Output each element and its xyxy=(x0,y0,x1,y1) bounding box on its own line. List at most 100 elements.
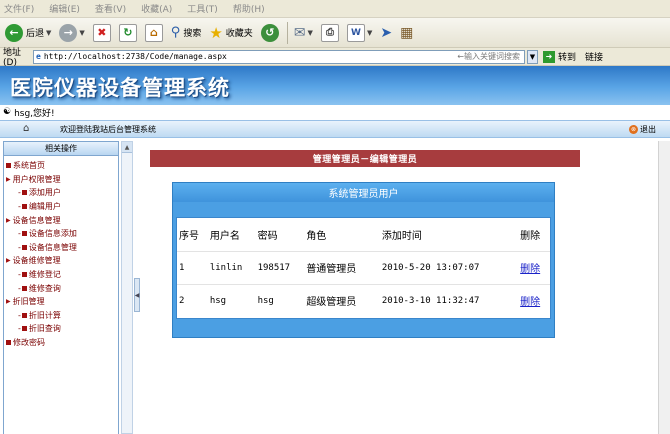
sidebar-item-label: 编辑用户 xyxy=(28,202,61,212)
table-header-row: 序号 用户名 密码 角色 添加时间 删除 xyxy=(177,218,550,252)
history-icon: ↺ xyxy=(260,23,279,42)
sidebar-item-depreciation-query[interactable]: - 折旧查询 xyxy=(4,322,118,336)
favorites-button[interactable]: ★ 收藏夹 xyxy=(206,21,255,45)
back-label: 后退 xyxy=(26,29,45,39)
back-button[interactable]: ← 后退 ▼ xyxy=(2,21,54,45)
site-title: 医院仪器设备管理系统 xyxy=(10,75,230,100)
top-nav-bar: ⌂ 欢迎登陆我站后台管理系统 ⊗ 退出 xyxy=(0,120,670,138)
cell-delete: 删除 xyxy=(518,251,550,285)
bullet-icon xyxy=(21,326,27,332)
history-button[interactable]: ↺ xyxy=(258,21,282,45)
delete-link[interactable]: 删除 xyxy=(520,264,540,275)
sidebar-item-repair-query[interactable]: - 维修查询 xyxy=(4,281,118,295)
sidebar-item-add-user[interactable]: - 添加用户 xyxy=(4,186,118,200)
logout-button[interactable]: ⊗ 退出 xyxy=(629,124,656,135)
printer-icon: ⎙ xyxy=(320,23,339,42)
sidebar-item-label: 折旧计算 xyxy=(28,310,61,320)
chevron-down-icon: ▼ xyxy=(366,28,373,37)
sidebar-collapse-handle[interactable]: ◀ xyxy=(134,278,140,312)
tree-line-icon: - xyxy=(18,310,21,320)
sidebar-item-label: 设备信息管理 xyxy=(12,215,61,225)
sidebar-item-device-repair[interactable]: ▶ 设备维修管理 xyxy=(4,254,118,268)
search-button[interactable]: ⚲ 搜索 xyxy=(168,21,205,45)
menu-tools[interactable]: 工具(T) xyxy=(187,2,218,15)
go-button[interactable]: ➜ 转到 xyxy=(543,50,576,63)
sidebar-item-device-add[interactable]: - 设备信息添加 xyxy=(4,227,118,241)
address-input[interactable]: e http://localhost:2738/Code/manage.aspx… xyxy=(33,49,525,64)
sidebar-item-label: 设备维修管理 xyxy=(12,256,61,266)
address-url: http://localhost:2738/Code/manage.aspx xyxy=(43,52,227,61)
sidebar-item-depreciation-calc[interactable]: - 折旧计算 xyxy=(4,309,118,323)
address-dropdown-button[interactable]: ▼ xyxy=(527,49,538,64)
tree-line-icon: - xyxy=(18,229,21,239)
research-button[interactable]: ▦ xyxy=(397,21,416,45)
sidebar-item-depreciation[interactable]: ▶ 折旧管理 xyxy=(4,295,118,309)
sidebar-item-repair-register[interactable]: - 维修登记 xyxy=(4,268,118,282)
expand-arrow-icon: ▶ xyxy=(6,216,11,224)
menu-file[interactable]: 文件(F) xyxy=(4,2,34,15)
tree-line-icon: - xyxy=(18,202,21,212)
col-header-username: 用户名 xyxy=(207,218,256,252)
sidebar-item-home[interactable]: 系统首页 xyxy=(4,159,118,173)
messenger-button[interactable]: ➤ xyxy=(377,21,395,45)
edit-button[interactable]: W ▼ xyxy=(344,21,375,45)
col-header-role: 角色 xyxy=(304,218,380,252)
col-header-added-time: 添加时间 xyxy=(379,218,519,252)
cell-role: 超级管理员 xyxy=(306,297,357,309)
browser-toolbar: ← 后退 ▼ → ▼ ✖ ↻ ⌂ ⚲ 搜索 ★ 收藏夹 ↺ ✉ ▼ ⎙ W ▼ … xyxy=(0,18,670,48)
menu-view[interactable]: 查看(V) xyxy=(95,2,126,15)
mail-button[interactable]: ✉ ▼ xyxy=(291,21,316,45)
bullet-icon xyxy=(6,340,11,346)
address-search-hint: ←输入关键词搜索 xyxy=(457,52,520,61)
site-header: 医院仪器设备管理系统 xyxy=(0,66,670,105)
sidebar-item-user-permissions[interactable]: ▶ 用户权限管理 xyxy=(4,173,118,187)
favorites-label: 收藏夹 xyxy=(225,29,253,39)
messenger-icon: ➤ xyxy=(380,24,393,41)
delete-link[interactable]: 删除 xyxy=(520,297,540,308)
scroll-up-icon[interactable]: ▲ xyxy=(122,142,132,153)
bullet-icon xyxy=(21,204,27,210)
cell-delete: 删除 xyxy=(518,284,550,317)
home-icon[interactable]: ⌂ xyxy=(23,123,29,134)
col-header-delete: 删除 xyxy=(518,218,550,252)
menu-favorites[interactable]: 收藏(A) xyxy=(141,2,172,15)
tree-line-icon: - xyxy=(18,242,21,252)
tree-line-icon: - xyxy=(18,270,21,280)
go-label: 转到 xyxy=(558,53,577,63)
sidebar-item-label: 用户权限管理 xyxy=(12,174,61,184)
mail-icon: ✉ xyxy=(293,24,306,41)
home-button[interactable]: ⌂ xyxy=(142,21,166,45)
links-button[interactable]: 链接 xyxy=(585,50,603,63)
cell-added-time: 2010-3-10 11:32:47 xyxy=(381,295,480,306)
star-icon: ★ xyxy=(209,23,223,42)
cell-added-time: 2010-5-20 13:07:07 xyxy=(379,251,519,285)
main-scrollbar[interactable] xyxy=(658,141,670,434)
sidebar-scrollbar[interactable]: ▲ xyxy=(121,141,133,434)
menu-help[interactable]: 帮助(H) xyxy=(233,2,265,15)
user-icon: ☯ xyxy=(3,107,12,117)
refresh-button[interactable]: ↻ xyxy=(116,21,140,45)
sidebar-tree: 系统首页 ▶ 用户权限管理 - 添加用户 - 编辑用户 ▶ 设备信息管理 - 设备信息添加… xyxy=(4,156,118,349)
search-label: 搜索 xyxy=(183,29,202,39)
cell-index: 1 xyxy=(177,251,208,285)
sidebar-item-label: 维修查询 xyxy=(28,283,61,293)
sidebar-item-device-manage[interactable]: - 设备信息管理 xyxy=(4,241,118,255)
sidebar-item-edit-user[interactable]: - 编辑用户 xyxy=(4,200,118,214)
print-button[interactable]: ⎙ xyxy=(318,21,342,45)
table-row: 2 hsg hsg 超级管理员 2010-3-10 11:32:47 删除 xyxy=(177,284,550,317)
table-container: 序号 用户名 密码 角色 添加时间 删除 1 linlin 198517 普通管… xyxy=(176,217,551,319)
stop-icon: ✖ xyxy=(92,23,111,42)
greeting-text: hsg,您好! xyxy=(14,108,55,119)
forward-arrow-icon: → xyxy=(59,23,78,42)
sidebar-item-change-password[interactable]: 修改密码 xyxy=(4,336,118,350)
sidebar-item-label: 系统首页 xyxy=(13,161,45,171)
back-arrow-icon: ← xyxy=(5,23,23,42)
panel-title: 系统管理员用户 xyxy=(173,183,554,202)
welcome-text: 欢迎登陆我站后台管理系统 xyxy=(60,125,156,134)
stop-button[interactable]: ✖ xyxy=(90,21,114,45)
forward-button[interactable]: → ▼ xyxy=(56,21,87,45)
sidebar-item-device-info[interactable]: ▶ 设备信息管理 xyxy=(4,213,118,227)
sidebar-header: 相关操作 xyxy=(4,142,118,156)
home-icon: ⌂ xyxy=(144,23,163,42)
menu-edit[interactable]: 编辑(E) xyxy=(49,2,80,15)
